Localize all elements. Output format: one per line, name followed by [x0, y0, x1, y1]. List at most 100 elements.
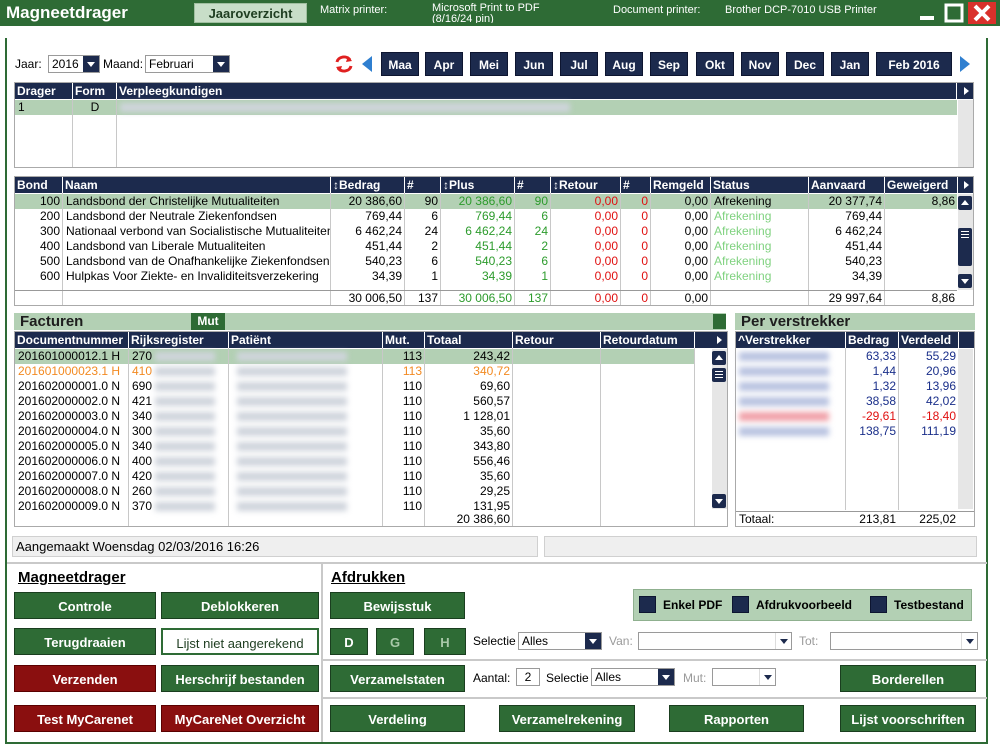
- month-button[interactable]: Maa: [381, 52, 419, 76]
- terugdraaien-button[interactable]: Terugdraaien: [14, 628, 156, 655]
- factuur-row[interactable]: 201602000005.0 N 340 110 343,80: [15, 439, 695, 454]
- bond-row[interactable]: 200 Landsbond der Neutrale Ziekenfondsen 7…: [15, 209, 957, 224]
- month-button[interactable]: Sep: [650, 52, 688, 76]
- factuur-row[interactable]: 201602000006.0 N 400 110 556,46: [15, 454, 695, 469]
- col-status[interactable]: Status: [711, 177, 809, 193]
- month-button[interactable]: Jun: [515, 52, 553, 76]
- lijst-niet-aangerekend-button[interactable]: Lijst niet aangerekend: [161, 628, 319, 655]
- col-verstrekker[interactable]: ^Verstrekker: [736, 332, 846, 348]
- scroll-right-icon[interactable]: [959, 84, 973, 98]
- verstrekker-row[interactable]: -29,61 -18,40: [736, 409, 958, 424]
- lijst-voorschriften-button[interactable]: Lijst voorschriften: [840, 705, 976, 732]
- bond-scrollbar[interactable]: [958, 194, 973, 290]
- col-remgeld[interactable]: Remgeld: [651, 177, 711, 193]
- col-count3[interactable]: #: [621, 177, 651, 193]
- deblokkeren-button[interactable]: Deblokkeren: [161, 592, 319, 619]
- factuur-row[interactable]: 201601000012.1 H 270 113 243,42: [15, 349, 695, 364]
- scroll-up-icon[interactable]: [958, 196, 972, 210]
- month-button[interactable]: Dec: [786, 52, 824, 76]
- verstrekker-row[interactable]: 1,44 20,96: [736, 364, 958, 379]
- scroll-thumb[interactable]: [712, 368, 726, 382]
- month-button[interactable]: Feb 2016: [876, 52, 952, 76]
- month-button[interactable]: Jan: [831, 52, 869, 76]
- verzenden-button[interactable]: Verzenden: [14, 665, 156, 692]
- tot-select[interactable]: [830, 632, 978, 650]
- col-v-bedrag[interactable]: Bedrag: [846, 332, 899, 348]
- col-count2[interactable]: #: [515, 177, 551, 193]
- factuur-row[interactable]: 201602000003.0 N 340 110 1 128,01: [15, 409, 695, 424]
- verstrekker-row[interactable]: 63,33 55,29: [736, 349, 958, 364]
- col-verdeeld[interactable]: Verdeeld: [899, 332, 959, 348]
- verstrekker-scrollbar[interactable]: [958, 349, 973, 509]
- testbestand-checkbox[interactable]: [870, 596, 887, 613]
- col-count1[interactable]: #: [405, 177, 441, 193]
- mut-tag[interactable]: Mut: [191, 313, 225, 330]
- factuur-row[interactable]: 201602000004.0 N 300 110 35,60: [15, 424, 695, 439]
- h-button[interactable]: H: [424, 628, 466, 655]
- close-button[interactable]: [968, 2, 996, 24]
- col-documentnummer[interactable]: Documentnummer: [15, 332, 129, 348]
- col-plus[interactable]: ↕Plus: [441, 177, 515, 193]
- jaaroverzicht-button[interactable]: Jaaroverzicht: [194, 3, 307, 23]
- col-mut[interactable]: Mut.: [383, 332, 425, 348]
- enkel-pdf-checkbox[interactable]: [639, 596, 656, 613]
- maand-select[interactable]: Februari: [145, 55, 230, 73]
- verstrekker-row[interactable]: 138,75 111,19: [736, 424, 958, 439]
- col-retour[interactable]: ↕Retour: [551, 177, 621, 193]
- month-button[interactable]: Okt: [696, 52, 734, 76]
- drager-scrollbar[interactable]: [958, 100, 973, 167]
- col-retourdatum[interactable]: Retourdatum: [601, 332, 695, 348]
- factuur-row[interactable]: 201602000008.0 N 260 110 29,25: [15, 484, 695, 499]
- next-month-icon[interactable]: [958, 54, 972, 74]
- verzamelstaten-button[interactable]: Verzamelstaten: [330, 665, 465, 692]
- col-rijksregister[interactable]: Rijksregister: [129, 332, 229, 348]
- month-button[interactable]: Apr: [425, 52, 463, 76]
- test-mycarenet-button[interactable]: Test MyCarenet: [14, 705, 156, 732]
- col-totaal[interactable]: Totaal: [425, 332, 513, 348]
- col-retour[interactable]: Retour: [513, 332, 601, 348]
- col-aanvaard[interactable]: Aanvaard: [809, 177, 885, 193]
- mycarenet-overzicht-button[interactable]: MyCareNet Overzicht: [161, 705, 319, 732]
- scroll-right-icon[interactable]: [959, 178, 973, 192]
- col-naam[interactable]: Naam: [63, 177, 331, 193]
- verstrekker-row[interactable]: 1,32 13,96: [736, 379, 958, 394]
- mut-select[interactable]: [712, 668, 776, 686]
- month-button[interactable]: Mei: [470, 52, 508, 76]
- scroll-down-icon[interactable]: [712, 494, 726, 508]
- jaar-select[interactable]: 2016: [48, 55, 100, 73]
- col-bedrag[interactable]: ↕Bedrag: [331, 177, 405, 193]
- bond-row[interactable]: 300 Nationaal verbond van Socialistische …: [15, 224, 957, 239]
- verzamelrekening-button[interactable]: Verzamelrekening: [499, 705, 635, 732]
- factuur-row[interactable]: 201602000001.0 N 690 110 69,60: [15, 379, 695, 394]
- bewijsstuk-button[interactable]: Bewijsstuk: [330, 592, 465, 619]
- maximize-button[interactable]: [943, 3, 965, 24]
- bond-row[interactable]: 400 Landsbond van Liberale Mutualiteiten 4…: [15, 239, 957, 254]
- afdrukvoorbeeld-checkbox[interactable]: [732, 596, 749, 613]
- scroll-up-icon[interactable]: [712, 351, 726, 365]
- drager-row[interactable]: 1 D: [15, 100, 957, 115]
- facturen-scrollbar[interactable]: [712, 349, 727, 509]
- col-form[interactable]: Form: [73, 83, 117, 99]
- col-drager[interactable]: Drager: [15, 83, 73, 99]
- col-geweigerd[interactable]: Geweigerd: [885, 177, 958, 193]
- borderellen-button[interactable]: Borderellen: [840, 665, 976, 692]
- selectie2-select[interactable]: Alles: [591, 668, 675, 686]
- rapporten-button[interactable]: Rapporten: [669, 705, 804, 732]
- verdeling-button[interactable]: Verdeling: [330, 705, 465, 732]
- scroll-right-icon[interactable]: [712, 333, 726, 347]
- bond-row[interactable]: 100 Landsbond der Christelijke Mutualitei…: [15, 194, 957, 209]
- scroll-thumb[interactable]: [958, 228, 972, 266]
- factuur-row[interactable]: 201602000002.0 N 421 110 560,57: [15, 394, 695, 409]
- month-button[interactable]: Aug: [605, 52, 643, 76]
- month-button[interactable]: Jul: [560, 52, 598, 76]
- minimize-button[interactable]: [916, 3, 938, 24]
- bond-row[interactable]: 500 Landsbond van de Onafhankelijke Zieke…: [15, 254, 957, 269]
- factuur-row[interactable]: 201602000007.0 N 420 110 35,60: [15, 469, 695, 484]
- aantal-input[interactable]: 2: [516, 668, 540, 686]
- herschrijf-bestanden-button[interactable]: Herschrijf bestanden: [161, 665, 319, 692]
- col-bond[interactable]: Bond: [15, 177, 63, 193]
- bond-row[interactable]: 600 Hulpkas Voor Ziekte- en Invaliditeits…: [15, 269, 957, 284]
- g-button[interactable]: G: [376, 628, 414, 655]
- prev-month-icon[interactable]: [360, 54, 374, 74]
- verstrekker-row[interactable]: 38,58 42,02: [736, 394, 958, 409]
